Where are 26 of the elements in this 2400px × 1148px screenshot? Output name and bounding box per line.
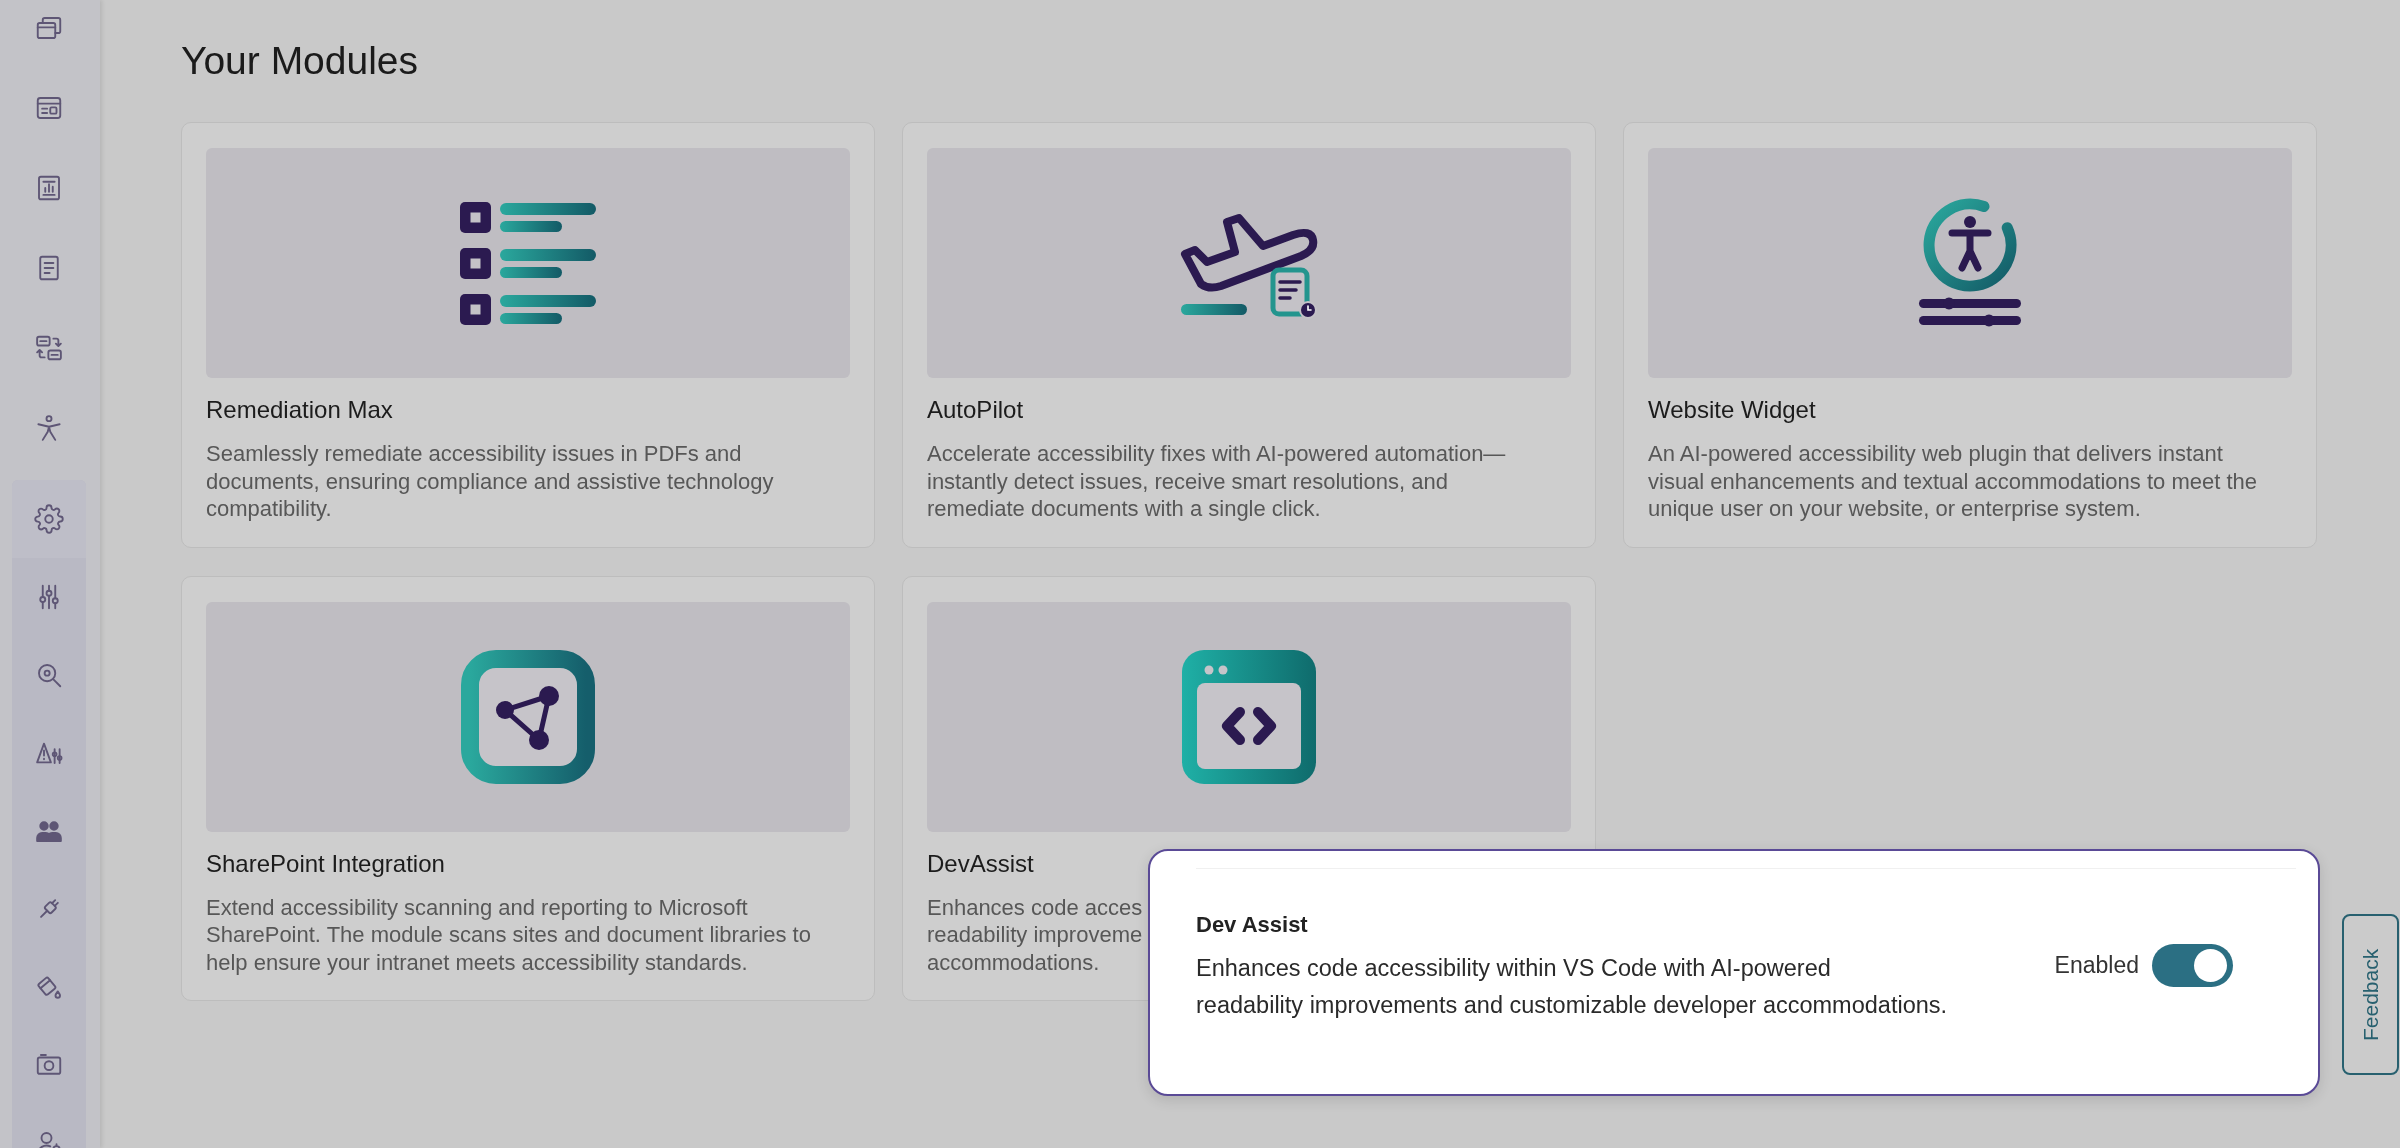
settings-icon [34, 504, 64, 534]
module-description: Enhances code acces readability improveme accommodations. [927, 893, 1143, 976]
module-card[interactable]: Remediation Max Seamlessly remediate accessibility issues in PDFs and documents, ensuring compliance and assistive technology compatibility. [181, 122, 875, 548]
feedback-button[interactable]: Feedback [2342, 914, 2399, 1075]
module-description: An AI-powered accessibility web plugin that delivers instant visual enhancements and textual accommodations to meet the unique user on your website, or enterprise system. [1648, 440, 2258, 523]
module-card[interactable]: AutoPilot Accelerate accessibility fixes with AI-powered automation— instantly detect issues, receive smart resolutions, and remediate documents with a single click. [902, 122, 1596, 548]
module-title: SharePoint Integration [206, 850, 445, 877]
page-title: Your Modules [181, 40, 419, 82]
module-title: AutoPilot [927, 397, 1024, 423]
share-nodes-icon [461, 649, 595, 784]
code-window-icon [1182, 649, 1316, 784]
popup-title: Dev Assist [1196, 913, 1308, 937]
toggle-label: Enabled [2054, 952, 2139, 979]
module-card[interactable]: SharePoint Integration Extend accessibility scanning and reporting to Microsoft SharePoint. The module scans sites and document libraries to help ensure your intranet meets accessibility standards. [181, 575, 875, 1001]
module-title: Remediation Max [206, 397, 393, 423]
module-title: Website Widget [1648, 397, 1816, 423]
checklist-icon [460, 201, 596, 325]
module-description: Extend accessibility scanning and reporting to Microsoft SharePoint. The module scans sites and document libraries to help ensure your intranet meets accessibility standards. [206, 893, 811, 976]
swap-icon[interactable] [34, 333, 64, 363]
module-title: DevAssist [927, 850, 1034, 877]
module-description: Seamlessly remediate accessibility issues in PDFs and documents, ensuring compliance and assistive technology compatibility. [206, 440, 774, 523]
module-card[interactable]: Website Widget An AI-powered accessibility web plugin that delivers instant visual enhancements and textual accommodations to meet the unique user on your website, or enterprise system. [1623, 122, 2317, 548]
settings-group-button[interactable] [12, 480, 86, 558]
toggle-switch[interactable] [2152, 944, 2233, 987]
module-description: Accelerate accessibility fixes with AI-powered automation— instantly detect issues, receive smart resolutions, and remediate documents with a single click. [927, 440, 1506, 523]
accessibility-icon [1917, 197, 2023, 329]
